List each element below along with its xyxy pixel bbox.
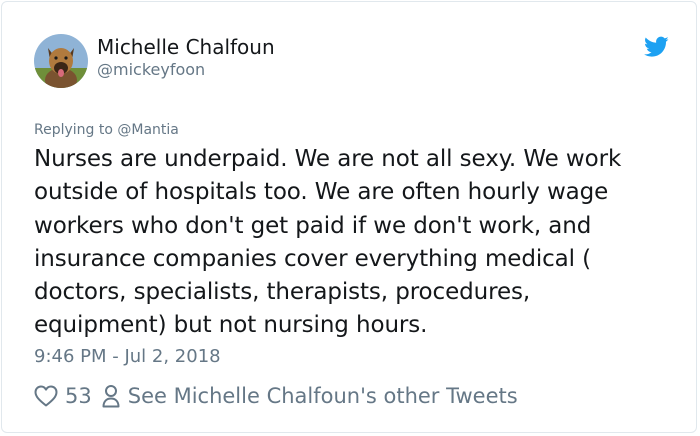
author-avatar[interactable] — [34, 34, 88, 88]
reply-context: Replying to @Mantia — [34, 122, 179, 138]
author-name[interactable]: Michelle Chalfoun — [97, 35, 275, 59]
reply-prefix: Replying to — [34, 122, 113, 138]
tweet-text-line: insurance companies cover everything med… — [34, 245, 592, 272]
tweet-timestamp[interactable]: 9:46 PM - Jul 2, 2018 — [34, 346, 221, 367]
heart-icon[interactable] — [34, 385, 58, 407]
tweet-text-line: doctors, specialists, therapists, proced… — [34, 279, 531, 306]
dog-avatar-image — [34, 34, 88, 88]
tweet-text-line: equipment) but not nursing hours. — [34, 312, 428, 339]
other-tweets-link[interactable]: See Michelle Chalfoun's other Tweets — [128, 384, 518, 408]
reply-mention-link[interactable]: @Mantia — [117, 122, 179, 138]
tweet-actions: 53 See Michelle Chalfoun's other Tweets — [34, 382, 518, 410]
tweet-text-line: workers who don't get paid if we don't w… — [34, 212, 592, 239]
tweet-card: Michelle Chalfoun @mickeyfoon Replying t… — [1, 1, 697, 433]
twitter-bird-icon[interactable] — [644, 36, 669, 58]
author-handle[interactable]: @mickeyfoon — [97, 60, 205, 79]
tweet-text-line: Nurses are underpaid. We are not all sex… — [34, 146, 622, 172]
tweet-text-line: outside of hospitals too. We are often h… — [34, 179, 609, 206]
tweet-text: Nurses are underpaid. We are not all sex… — [34, 143, 674, 343]
person-icon — [102, 384, 120, 408]
like-count[interactable]: 53 — [65, 384, 92, 408]
